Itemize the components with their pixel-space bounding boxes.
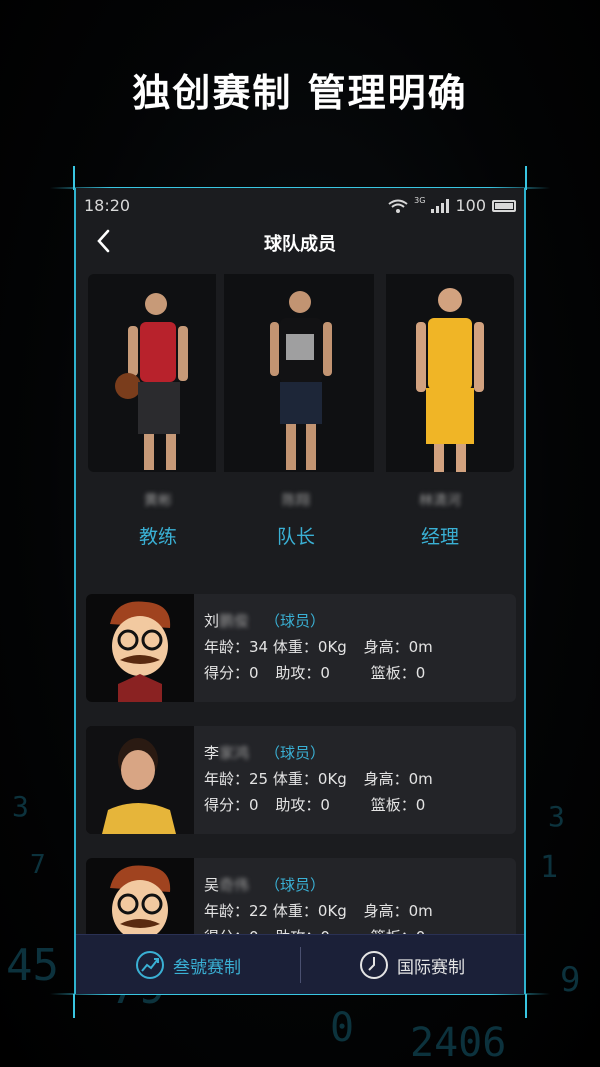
- age-label: 年龄：: [204, 902, 250, 920]
- promo-headline: 独创赛制 管理明确: [132, 71, 468, 115]
- weight-label: 体重：: [272, 902, 318, 920]
- player-card[interactable]: 刘鹏俊 （球员） 年龄：34 体重：0Kg 身高：0m 得分：0 助攻：0 篮板：…: [86, 594, 516, 702]
- player-info: 刘鹏俊 （球员） 年龄：34 体重：0Kg 身高：0m 得分：0 助攻：0 篮板：…: [204, 608, 433, 686]
- frame-corner: [525, 166, 527, 190]
- weight-value: 0Kg: [317, 638, 347, 656]
- phone-screen: 18:20 3G 100 球队成员 黄彬 陈翔 林清河 教练 队长 经理 刘鹏俊…: [74, 188, 526, 994]
- rebound-label: 篮板：: [370, 664, 416, 682]
- bottom-tab-bar: 叁號赛制 国际赛制: [76, 934, 524, 994]
- frame-corner: [73, 166, 75, 190]
- coach-name: 黄彬: [144, 493, 172, 509]
- age-label: 年龄：: [204, 638, 250, 656]
- assist-label: 助攻：: [275, 796, 321, 814]
- wifi-icon: [388, 199, 408, 213]
- nav-bar: 球队成员: [76, 222, 524, 264]
- player-surname: 吴: [204, 876, 220, 894]
- backdrop-digit: 3: [12, 790, 29, 823]
- player-tag: （球员）: [265, 876, 326, 894]
- captain-photo[interactable]: [224, 274, 374, 472]
- frame-corner: [73, 994, 75, 1018]
- player-photo: [86, 726, 194, 834]
- age-value: 25: [249, 770, 269, 788]
- status-bar: 18:20 3G 100: [76, 188, 524, 222]
- age-label: 年龄：: [204, 770, 250, 788]
- status-icons: 3G 100: [388, 196, 516, 215]
- battery-level: 100: [455, 196, 486, 215]
- tab-sanhao-format[interactable]: 叁號赛制: [76, 935, 300, 994]
- age-value: 22: [249, 902, 269, 920]
- page-title: 球队成员: [264, 234, 336, 255]
- player-surname: 刘: [204, 612, 220, 630]
- staff-roles: 教练 队长 经理: [76, 522, 524, 548]
- status-time: 18:20: [84, 196, 131, 215]
- score-label: 得分：: [204, 664, 250, 682]
- weight-value: 0Kg: [317, 902, 347, 920]
- weight-value: 0Kg: [317, 770, 347, 788]
- signal-icon: [431, 198, 450, 213]
- assist-label: 助攻：: [275, 664, 321, 682]
- manager-photo[interactable]: [386, 274, 514, 472]
- role-captain: 队长: [276, 526, 315, 548]
- score-value: 0: [249, 664, 259, 682]
- assist-value: 0: [320, 796, 330, 814]
- height-label: 身高：: [363, 638, 409, 656]
- player-card[interactable]: 李家鸿 （球员） 年龄：25 体重：0Kg 身高：0m 得分：0 助攻：0 篮板：…: [86, 726, 516, 834]
- rebound-value: 0: [415, 664, 426, 682]
- height-label: 身高：: [363, 770, 409, 788]
- rebound-value: 0: [415, 796, 426, 814]
- height-value: 0m: [408, 902, 433, 920]
- backdrop-digit: 1: [540, 850, 559, 885]
- manager-name: 林清河: [419, 493, 461, 509]
- weight-label: 体重：: [272, 770, 318, 788]
- height-value: 0m: [408, 638, 433, 656]
- captain-name: 陈翔: [282, 493, 310, 509]
- assist-value: 0: [320, 664, 330, 682]
- frame-corner: [525, 994, 527, 1018]
- staff-photos: [88, 274, 514, 472]
- player-given-name: 家鸿: [219, 744, 250, 762]
- backdrop-digit: 2406: [410, 1020, 507, 1066]
- battery-icon: [492, 199, 516, 212]
- player-given-name: 鹏俊: [219, 612, 250, 630]
- cartoon-avatar: [86, 594, 194, 702]
- height-value: 0m: [408, 770, 433, 788]
- coach-photo[interactable]: [88, 274, 216, 472]
- tab-label: 叁號赛制: [173, 957, 241, 978]
- role-manager: 经理: [420, 526, 459, 548]
- backdrop-digit: 45: [6, 940, 59, 991]
- player-tag: （球员）: [265, 744, 326, 762]
- backdrop-digit: 3: [548, 800, 565, 833]
- player-tag: （球员）: [265, 612, 326, 630]
- backdrop-digit: 0: [330, 1005, 355, 1051]
- score-label: 得分：: [204, 796, 250, 814]
- chart-growth-icon: [136, 951, 164, 979]
- player-info: 李家鸿 （球员） 年龄：25 体重：0Kg 身高：0m 得分：0 助攻：0 篮板：…: [204, 740, 433, 818]
- backdrop-digit: 7: [30, 850, 46, 880]
- weight-label: 体重：: [272, 638, 318, 656]
- score-value: 0: [249, 796, 259, 814]
- staff-names: 黄彬 陈翔 林清河: [76, 490, 524, 510]
- height-label: 身高：: [363, 902, 409, 920]
- network-type: 3G: [414, 196, 426, 205]
- tab-international-format[interactable]: 国际赛制: [300, 935, 524, 994]
- tab-label: 国际赛制: [397, 957, 465, 978]
- role-coach: 教练: [138, 526, 177, 548]
- player-given-name: 奇伟: [219, 876, 250, 894]
- player-surname: 李: [204, 744, 220, 762]
- clock-icon: [360, 951, 388, 979]
- backdrop-digit: 9: [560, 960, 581, 1000]
- rebound-label: 篮板：: [370, 796, 416, 814]
- age-value: 34: [249, 638, 269, 656]
